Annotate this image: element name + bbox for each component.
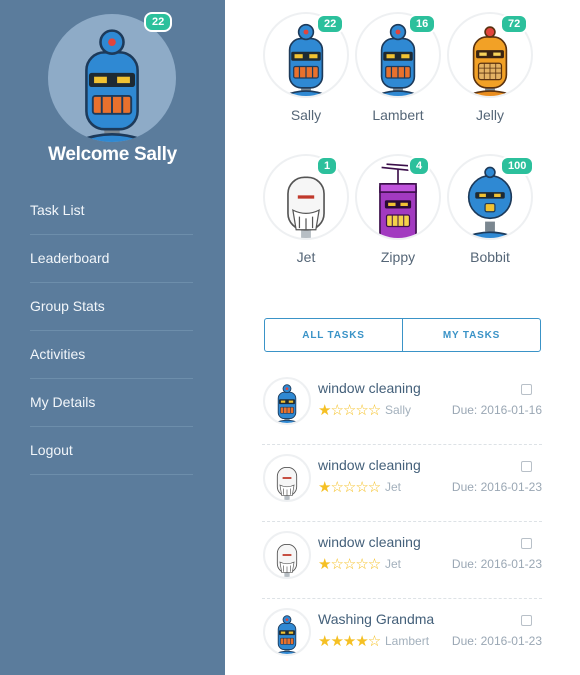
user-card-jet[interactable]: 1 Jet [260, 154, 352, 265]
task-checkbox[interactable] [521, 615, 532, 626]
task-row[interactable]: Washing Grandma ★★★★☆ Lambert Due: 2016-… [262, 599, 542, 675]
points-badge: 100 [500, 156, 535, 176]
task-filter-tabs: ALL TASKS MY TASKS [264, 318, 541, 352]
points-badge: 72 [500, 14, 529, 34]
user-name: Zippy [380, 249, 416, 265]
task-assignee: Sally [385, 403, 412, 417]
task-assignee: Lambert [385, 634, 430, 648]
points-badge: 16 [408, 14, 437, 34]
user-name: Bobbit [470, 249, 510, 265]
nav-item-logout[interactable]: Logout [30, 427, 193, 475]
task-checkbox[interactable] [521, 538, 532, 549]
tab-all-tasks[interactable]: ALL TASKS [265, 319, 402, 351]
tab-my-tasks[interactable]: MY TASKS [402, 319, 540, 351]
sidebar-nav: Task List Leaderboard Group Stats Activi… [30, 187, 193, 475]
points-badge: 1 [316, 156, 339, 176]
user-name: Jelly [475, 107, 504, 123]
profile-avatar[interactable] [48, 14, 176, 142]
rating-stars: ★☆☆☆☆ [318, 479, 381, 496]
points-badge: 22 [144, 12, 173, 32]
user-card-lambert[interactable]: 16 Lambert [352, 12, 444, 123]
robot-avatar [263, 377, 311, 425]
user-name: Sally [290, 107, 322, 123]
task-assignee: Jet [385, 557, 402, 571]
task-due-date: Due: 2016-01-23 [451, 634, 542, 648]
nav-item-activities[interactable]: Activities [30, 331, 193, 379]
nav-item-my-details[interactable]: My Details [30, 379, 193, 427]
rating-stars: ★☆☆☆☆ [318, 556, 381, 573]
rating-stars: ★★★★☆ [318, 633, 381, 650]
profile: 22 [48, 12, 176, 142]
robot-avatar [263, 454, 311, 502]
task-due-date: Due: 2016-01-23 [451, 557, 542, 571]
task-checkbox[interactable] [521, 461, 532, 472]
task-row[interactable]: window cleaning ★☆☆☆☆ Jet Due: 2016-01-2… [262, 522, 542, 599]
sidebar: 22 Welcome Sally Task List Leaderboard G… [0, 0, 225, 675]
user-name: Jet [296, 249, 316, 265]
welcome-heading: Welcome Sally [48, 144, 177, 165]
task-due-date: Due: 2016-01-23 [451, 480, 542, 494]
task-list: window cleaning ★☆☆☆☆ Sally Due: 2016-01… [262, 368, 542, 675]
main-content: 22 Sally 16 Lambert 72 Jelly 1 Jet 4 Zip… [225, 0, 580, 675]
user-card-zippy[interactable]: 4 Zippy [352, 154, 444, 265]
nav-item-task-list[interactable]: Task List [30, 187, 193, 235]
points-badge: 4 [408, 156, 431, 176]
user-name: Lambert [372, 107, 424, 123]
task-checkbox[interactable] [521, 384, 532, 395]
task-title: Washing Grandma [318, 611, 435, 627]
nav-item-leaderboard[interactable]: Leaderboard [30, 235, 193, 283]
user-card-bobbit[interactable]: 100 Bobbit [444, 154, 536, 265]
task-title: window cleaning [318, 457, 421, 473]
points-badge: 22 [316, 14, 345, 34]
robot-avatar [263, 531, 311, 579]
task-title: window cleaning [318, 534, 421, 550]
user-card-sally[interactable]: 22 Sally [260, 12, 352, 123]
user-card-jelly[interactable]: 72 Jelly [444, 12, 536, 123]
task-row[interactable]: window cleaning ★☆☆☆☆ Sally Due: 2016-01… [262, 368, 542, 445]
task-due-date: Due: 2016-01-16 [451, 403, 542, 417]
task-title: window cleaning [318, 380, 421, 396]
nav-item-group-stats[interactable]: Group Stats [30, 283, 193, 331]
task-assignee: Jet [385, 480, 402, 494]
rating-stars: ★☆☆☆☆ [318, 402, 381, 419]
robot-avatar [263, 608, 311, 656]
task-row[interactable]: window cleaning ★☆☆☆☆ Jet Due: 2016-01-2… [262, 445, 542, 522]
